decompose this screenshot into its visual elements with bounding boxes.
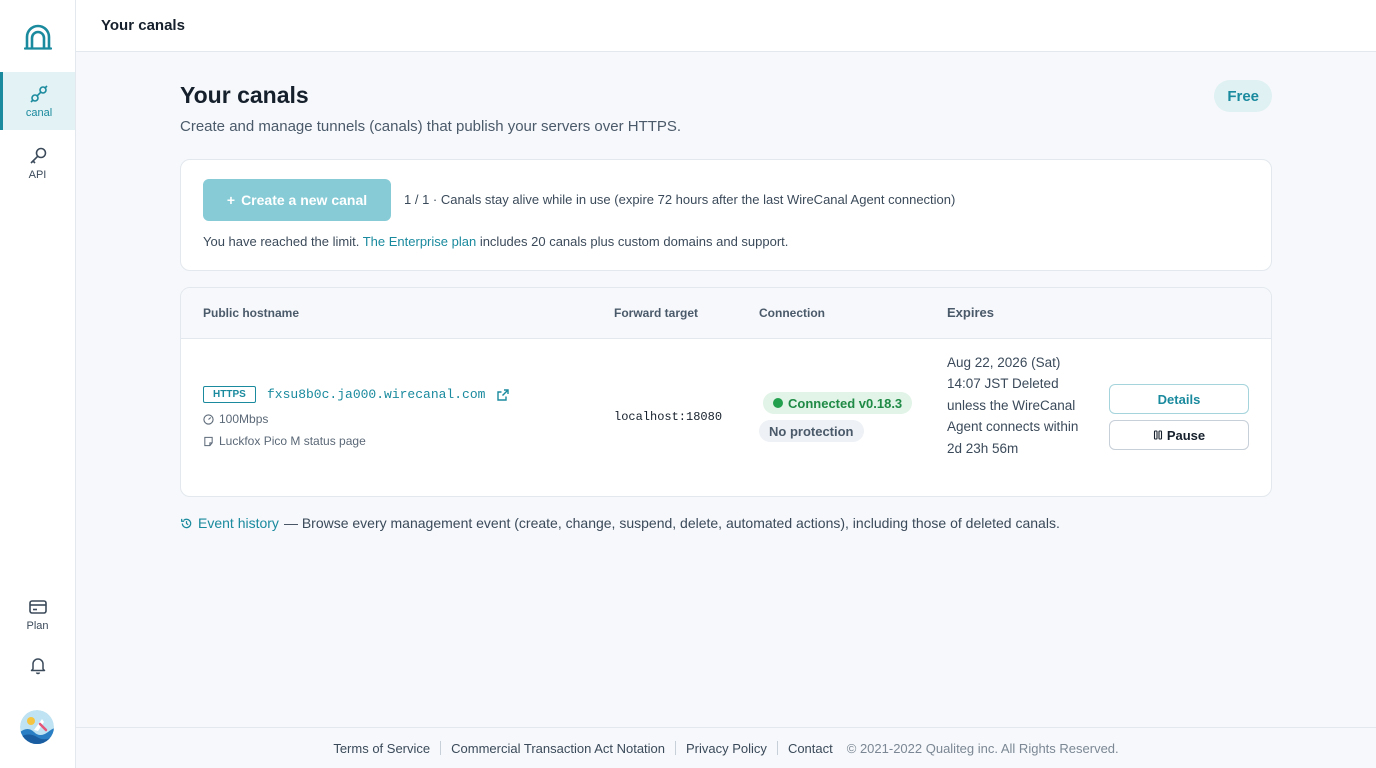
history-icon [181,518,192,528]
column-header-hostname: Public hostname [203,306,300,320]
limit-suffix: includes 20 canals plus custom domains a… [479,234,789,249]
canal-note: Luckfox Pico M status page [203,434,366,448]
page-title: Your canals [180,82,309,108]
footer-divider [776,741,778,755]
sidebar-item-label: canal [25,106,53,119]
column-header-connection: Connection [759,306,825,320]
sidebar-item-label: Plan [26,619,49,632]
canal-link-icon [30,84,48,103]
external-link-icon[interactable] [496,388,510,402]
create-canal-label: Create a new canal [241,192,368,208]
connection-status-badge: Connected v0.18.3 [763,392,913,414]
avatar[interactable] [20,710,54,744]
plus-icon: + [226,192,236,208]
copyright-text: © 2021-2022 Qualiteg inc. All Rights Res… [846,740,1119,756]
card-icon [28,599,47,614]
expires-text: Aug 22, 2026 (Sat) 14:07 JST Deleted unl… [947,355,1079,456]
sidebar-item-plan[interactable]: Plan [0,585,75,643]
connection-status-text: Connected v0.18.3 [788,395,903,411]
note-icon [204,436,213,446]
forward-target: localhost:18080 [614,410,723,424]
limit-prefix: You have reached the limit. [203,234,360,249]
bandwidth-info: 100Mbps [203,412,268,426]
event-history-description: — Browse every management event (create,… [283,515,1060,531]
limit-message: You have reached the limit. The Enterpri… [203,234,788,249]
header-title: Your canals [101,17,185,34]
page-subtitle: Create and manage tunnels (canals) that … [180,118,682,135]
table-header: Public hostname Forward target Connectio… [181,288,1271,339]
bell-icon [30,657,45,674]
create-canal-button[interactable]: + Create a new canal [203,179,391,221]
protection-badge: No protection [759,420,864,442]
column-header-forward-target: Forward target [614,306,699,320]
bandwidth-value: 100Mbps [219,412,269,426]
footer-link-commercial-act[interactable]: Commercial Transaction Act Notation [451,741,665,756]
footer-link-contact[interactable]: Contact [788,741,833,756]
speedometer-icon [203,413,214,425]
plan-badge[interactable]: Free [1214,80,1272,112]
pause-button[interactable]: Pause [1109,420,1249,450]
enterprise-plan-link[interactable]: The Enterprise plan [363,234,476,249]
sidebar: canal API Plan [0,0,76,768]
app-logo-icon[interactable] [23,24,53,52]
create-canal-card: + Create a new canal 1 / 1 · Canals stay… [180,159,1272,271]
sidebar-item-label: API [28,168,47,181]
canal-quota-info: 1 / 1 · Canals stay alive while in use (… [404,192,956,207]
sidebar-item-notifications[interactable] [0,637,75,695]
public-hostname-link[interactable]: fxsu8b0c.ja000.wirecanal.com [267,387,485,402]
details-button[interactable]: Details [1109,384,1249,414]
footer: Terms of Service Commercial Transaction … [76,727,1376,768]
key-icon [29,147,46,164]
pause-icon [1153,430,1162,440]
sidebar-item-canal[interactable]: canal [0,72,75,130]
event-history-line: Event history — Browse every management … [180,515,1060,531]
event-history-link[interactable]: Event history [198,515,279,531]
details-label: Details [1157,391,1201,407]
column-header-expires: Expires [947,305,994,320]
status-dot-icon [773,398,783,408]
note-text: Luckfox Pico M status page [219,434,366,448]
footer-link-privacy[interactable]: Privacy Policy [686,741,767,756]
protocol-badge: HTTPS [203,386,256,403]
footer-divider [440,741,442,755]
pause-label: Pause [1166,427,1206,443]
top-bar: Your canals [76,0,1376,52]
footer-divider [675,741,677,755]
sidebar-item-api[interactable]: API [0,134,75,192]
canals-table: Public hostname Forward target Connectio… [180,287,1272,497]
footer-link-terms[interactable]: Terms of Service [333,741,430,756]
